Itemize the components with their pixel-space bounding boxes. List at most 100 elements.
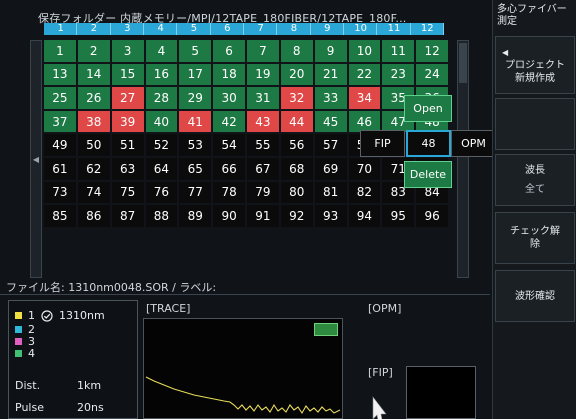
fiber-cell-7[interactable]: 7 (247, 40, 279, 62)
fiber-cell-34[interactable]: 34 (348, 87, 381, 109)
scroll-left-arrow-icon[interactable]: ◀ (31, 155, 41, 164)
fiber-cell-92[interactable]: 92 (280, 205, 313, 227)
fiber-cell-53[interactable]: 53 (179, 134, 212, 156)
fiber-cell-51[interactable]: 51 (111, 134, 144, 156)
fiber-cell-79[interactable]: 79 (247, 181, 279, 204)
fiber-cell-63[interactable]: 63 (111, 158, 144, 180)
fiber-cell-45[interactable]: 45 (314, 110, 347, 133)
fiber-cell-56[interactable]: 56 (280, 134, 313, 156)
fip-image-box[interactable] (406, 366, 476, 419)
fiber-cell-16[interactable]: 16 (145, 63, 178, 86)
opm-button[interactable]: OPM (451, 130, 496, 157)
fiber-cell-74[interactable]: 74 (77, 181, 110, 204)
fiber-cell-65[interactable]: 65 (179, 158, 212, 180)
fiber-cell-90[interactable]: 90 (213, 205, 245, 227)
fiber-cell-94[interactable]: 94 (348, 205, 381, 227)
fiber-cell-54[interactable]: 54 (213, 134, 245, 156)
fiber-cell-14[interactable]: 14 (77, 63, 110, 86)
fiber-cell-95[interactable]: 95 (382, 205, 415, 227)
fiber-cell-77[interactable]: 77 (179, 181, 212, 204)
fiber-cell-68[interactable]: 68 (280, 158, 313, 180)
legend-entry-4[interactable]: 4 (15, 347, 35, 360)
fiber-cell-5[interactable]: 5 (179, 40, 212, 62)
fiber-cell-55[interactable]: 55 (247, 134, 279, 156)
fiber-cell-86[interactable]: 86 (77, 205, 110, 227)
fiber-cell-64[interactable]: 64 (145, 158, 178, 180)
fiber-cell-1[interactable]: 1 (44, 40, 76, 62)
delete-button[interactable]: Delete (404, 161, 452, 188)
fiber-cell-27[interactable]: 27 (111, 87, 144, 109)
fiber-cell-49[interactable]: 49 (44, 134, 76, 156)
fiber-cell-15[interactable]: 15 (111, 63, 144, 86)
fiber-cell-11[interactable]: 11 (382, 40, 415, 62)
fiber-cell-20[interactable]: 20 (280, 63, 313, 86)
fiber-cell-23[interactable]: 23 (382, 63, 415, 86)
legend-entry-1[interactable]: 1 1310nm (15, 309, 105, 322)
fiber-cell-28[interactable]: 28 (145, 87, 178, 109)
fiber-cell-52[interactable]: 52 (145, 134, 178, 156)
check-clear-button[interactable]: チェック解除 (495, 212, 575, 264)
fiber-cell-13[interactable]: 13 (44, 63, 76, 86)
selected-fiber-cell[interactable]: 48 (406, 130, 451, 157)
fiber-cell-69[interactable]: 69 (314, 158, 347, 180)
fiber-cell-41[interactable]: 41 (179, 110, 212, 133)
fiber-cell-39[interactable]: 39 (111, 110, 144, 133)
fiber-cell-3[interactable]: 3 (111, 40, 144, 62)
fiber-cell-75[interactable]: 75 (111, 181, 144, 204)
fiber-cell-76[interactable]: 76 (145, 181, 178, 204)
fiber-cell-33[interactable]: 33 (314, 87, 347, 109)
fiber-cell-81[interactable]: 81 (314, 181, 347, 204)
fiber-cell-19[interactable]: 19 (247, 63, 279, 86)
right-scrollbar[interactable] (457, 40, 469, 278)
fiber-cell-78[interactable]: 78 (213, 181, 245, 204)
fiber-cell-44[interactable]: 44 (280, 110, 313, 133)
fiber-cell-17[interactable]: 17 (179, 63, 212, 86)
fiber-cell-9[interactable]: 9 (314, 40, 347, 62)
fiber-cell-26[interactable]: 26 (77, 87, 110, 109)
fiber-cell-24[interactable]: 24 (416, 63, 448, 86)
trace-preview[interactable] (143, 318, 343, 419)
fiber-cell-40[interactable]: 40 (145, 110, 178, 133)
fiber-cell-66[interactable]: 66 (213, 158, 245, 180)
fiber-cell-8[interactable]: 8 (280, 40, 313, 62)
fiber-cell-93[interactable]: 93 (314, 205, 347, 227)
scroll-thumb[interactable] (459, 43, 467, 83)
fiber-cell-96[interactable]: 96 (416, 205, 448, 227)
fiber-cell-43[interactable]: 43 (247, 110, 279, 133)
fiber-cell-4[interactable]: 4 (145, 40, 178, 62)
fiber-cell-2[interactable]: 2 (77, 40, 110, 62)
fiber-cell-70[interactable]: 70 (348, 158, 381, 180)
fiber-cell-10[interactable]: 10 (348, 40, 381, 62)
fiber-cell-22[interactable]: 22 (348, 63, 381, 86)
fiber-cell-31[interactable]: 31 (247, 87, 279, 109)
wavelength-button[interactable]: 波長 全て (495, 154, 575, 206)
fiber-cell-89[interactable]: 89 (179, 205, 212, 227)
fiber-cell-42[interactable]: 42 (213, 110, 245, 133)
fiber-cell-29[interactable]: 29 (179, 87, 212, 109)
fiber-cell-82[interactable]: 82 (348, 181, 381, 204)
fiber-cell-21[interactable]: 21 (314, 63, 347, 86)
fiber-cell-32[interactable]: 32 (280, 87, 313, 109)
fiber-cell-50[interactable]: 50 (77, 134, 110, 156)
fiber-cell-62[interactable]: 62 (77, 158, 110, 180)
fiber-cell-37[interactable]: 37 (44, 110, 76, 133)
fiber-cell-87[interactable]: 87 (111, 205, 144, 227)
fiber-cell-57[interactable]: 57 (314, 134, 347, 156)
fiber-cell-85[interactable]: 85 (44, 205, 76, 227)
fiber-cell-6[interactable]: 6 (213, 40, 245, 62)
fiber-cell-67[interactable]: 67 (247, 158, 279, 180)
fiber-cell-80[interactable]: 80 (280, 181, 313, 204)
empty-softkey[interactable] (495, 98, 575, 150)
fip-button[interactable]: FIP (360, 130, 405, 157)
fiber-cell-18[interactable]: 18 (213, 63, 245, 86)
fiber-cell-38[interactable]: 38 (77, 110, 110, 133)
waveform-confirm-button[interactable]: 波形確認 (495, 270, 575, 322)
fiber-cell-73[interactable]: 73 (44, 181, 76, 204)
fiber-cell-61[interactable]: 61 (44, 158, 76, 180)
fiber-cell-12[interactable]: 12 (416, 40, 448, 62)
fiber-cell-30[interactable]: 30 (213, 87, 245, 109)
fiber-cell-25[interactable]: 25 (44, 87, 76, 109)
open-button[interactable]: Open (404, 95, 452, 122)
fiber-cell-88[interactable]: 88 (145, 205, 178, 227)
left-scrollbar[interactable]: ◀ (30, 40, 42, 278)
